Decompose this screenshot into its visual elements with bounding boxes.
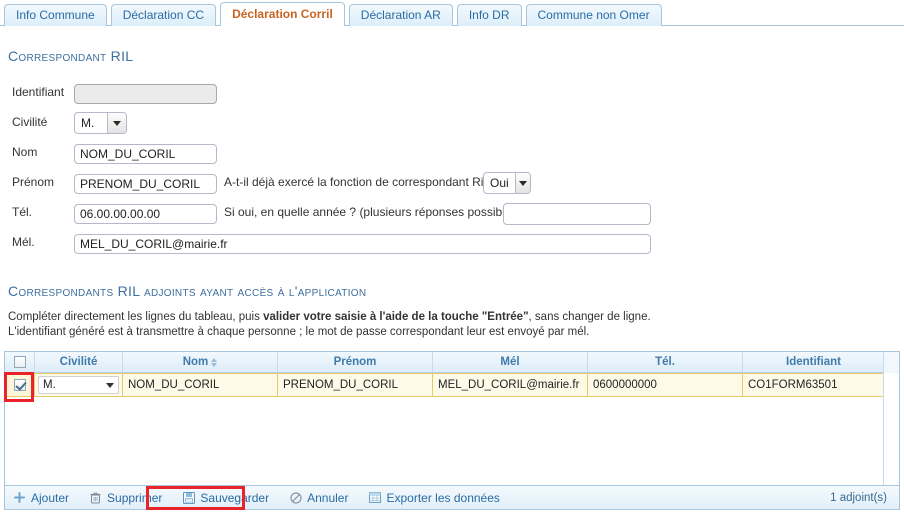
correspondant-form: Identifiant Civilité M. Nom Prénom A-t-i… — [0, 80, 904, 260]
tab-bar: Info Commune Déclaration CC Déclaration … — [0, 0, 904, 26]
help-line-2: L'identifiant généré est à transmettre à… — [8, 326, 590, 338]
identifiant-label: Identifiant — [12, 85, 65, 99]
tab-label: Commune non Omer — [537, 8, 650, 22]
save-button-label: Sauvegarder — [200, 490, 270, 505]
row-select-cell[interactable] — [5, 374, 35, 396]
table-export-icon — [368, 491, 381, 504]
cell-tel[interactable]: 0600000000 — [588, 374, 743, 396]
tab-info-dr[interactable]: Info DR — [456, 4, 522, 26]
form-row-nom: Nom — [0, 140, 904, 170]
help-line-1: Compléter directement les lignes du tabl… — [8, 310, 651, 325]
form-row-mel: Mél. — [0, 230, 904, 260]
tab-label: Info Commune — [16, 8, 95, 22]
tab-label: Info DR — [468, 8, 510, 22]
nom-label: Nom — [12, 145, 38, 159]
trash-icon — [89, 491, 102, 504]
form-row-civilite: Civilité M. — [0, 110, 904, 140]
column-header-identifiant[interactable]: Identifiant — [743, 352, 884, 372]
table-toolbar: Ajouter Supprimer Sauvegarder Annuler Ex… — [4, 485, 900, 510]
tab-declaration-ar[interactable]: Déclaration AR — [348, 4, 453, 26]
chevron-down-icon[interactable] — [514, 173, 530, 193]
civilite-cell-select[interactable]: M. — [38, 376, 119, 394]
column-label: Tél. — [655, 356, 675, 368]
delete-button-label: Supprimer — [107, 490, 163, 505]
export-button[interactable]: Exporter les données — [366, 490, 501, 506]
row-checkbox[interactable] — [13, 379, 26, 391]
column-label: Mél — [500, 356, 520, 368]
column-label: Prénom — [333, 356, 377, 368]
tab-commune-non-omer[interactable]: Commune non Omer — [525, 4, 662, 26]
add-button[interactable]: Ajouter — [11, 490, 71, 506]
column-header-prenom[interactable]: Prénom — [278, 352, 433, 372]
mel-input[interactable] — [74, 234, 651, 254]
cancel-button[interactable]: Annuler — [287, 490, 350, 506]
help-line-1-a: Compléter directement les lignes du tabl… — [8, 311, 264, 323]
tab-info-commune[interactable]: Info Commune — [4, 4, 107, 26]
tel-label: Tél. — [12, 205, 33, 219]
chevron-down-icon[interactable] — [107, 113, 126, 133]
identifiant-input[interactable] — [74, 84, 217, 104]
cell-nom[interactable]: NOM_DU_CORIL — [123, 374, 278, 396]
prenom-input[interactable] — [74, 174, 217, 194]
civilite-label: Civilité — [12, 115, 48, 129]
nom-input[interactable] — [74, 144, 217, 164]
column-label: Civilité — [59, 356, 98, 368]
cancel-icon — [289, 491, 302, 504]
cell-mel[interactable]: MEL_DU_CORIL@mairie.fr — [433, 374, 588, 396]
column-label: Nom — [182, 356, 209, 368]
cell-value: M. — [43, 379, 56, 391]
page-title-adjoints: Correspondants RIL adjoints ayant accès … — [8, 283, 367, 299]
column-header-tel[interactable]: Tél. — [588, 352, 743, 372]
civilite-selected-value: M. — [81, 116, 95, 130]
table-row[interactable]: M. NOM_DU_CORIL PRENOM_DU_CORIL MEL_DU_C… — [5, 373, 899, 397]
cell-identifiant[interactable]: CO1FORM63501 — [743, 374, 884, 396]
adjoint-count-label: 1 adjoint(s) — [830, 491, 887, 504]
add-button-label: Ajouter — [31, 490, 70, 505]
floppy-disk-icon — [182, 491, 195, 504]
form-row-prenom: Prénom A-t-il déjà exercé la fonction de… — [0, 170, 904, 200]
help-line-1-bold: valider votre saisie à l'aide de la touc… — [263, 311, 529, 323]
tab-label: Déclaration AR — [360, 8, 441, 22]
tab-label: Déclaration Corril — [232, 7, 333, 21]
column-label: Identifiant — [786, 356, 841, 368]
export-button-label: Exporter les données — [386, 490, 500, 505]
tel-input[interactable] — [74, 204, 217, 224]
column-header-mel[interactable]: Mél — [433, 352, 588, 372]
column-header-civilite[interactable]: Civilité — [35, 352, 123, 372]
sort-arrows-icon[interactable] — [211, 357, 218, 367]
exerce-selected-value: Oui — [490, 176, 509, 190]
tab-declaration-cc[interactable]: Déclaration CC — [110, 4, 217, 26]
prenom-label: Prénom — [12, 175, 55, 189]
cancel-button-label: Annuler — [307, 490, 349, 505]
exerce-select[interactable]: Oui — [483, 172, 531, 194]
civilite-select[interactable]: M. — [74, 112, 127, 134]
help-text: Compléter directement les lignes du tabl… — [8, 310, 651, 340]
plus-icon — [13, 491, 26, 504]
chevron-down-icon[interactable] — [106, 382, 114, 388]
delete-button[interactable]: Supprimer — [87, 490, 164, 506]
question-annee-label: Si oui, en quelle année ? (plusieurs rép… — [224, 205, 522, 219]
column-header-select-all[interactable] — [5, 352, 35, 372]
select-all-checkbox[interactable] — [13, 356, 26, 368]
form-row-identifiant: Identifiant — [0, 80, 904, 110]
column-header-nom[interactable]: Nom — [123, 352, 278, 372]
cell-prenom[interactable]: PRENOM_DU_CORIL — [278, 374, 433, 396]
table-header-row: Civilité Nom Prénom Mél Tél. Identifiant — [5, 352, 899, 373]
tab-label: Déclaration CC — [122, 8, 205, 22]
mel-label: Mél. — [12, 235, 35, 249]
page-title-correspondant-ril: Correspondant RIL — [8, 48, 134, 64]
cell-civilite[interactable]: M. — [35, 374, 123, 396]
tab-declaration-corril[interactable]: Déclaration Corril — [220, 2, 345, 26]
question-exerce-label: A-t-il déjà exercé la fonction de corres… — [224, 175, 497, 189]
declaration-corril-page: Info Commune Déclaration CC Déclaration … — [0, 0, 904, 514]
form-row-tel: Tél. Si oui, en quelle année ? (plusieur… — [0, 200, 904, 230]
help-line-1-c: , sans changer de ligne. — [528, 311, 651, 323]
annee-input[interactable] — [503, 203, 651, 225]
save-button[interactable]: Sauvegarder — [180, 490, 271, 506]
